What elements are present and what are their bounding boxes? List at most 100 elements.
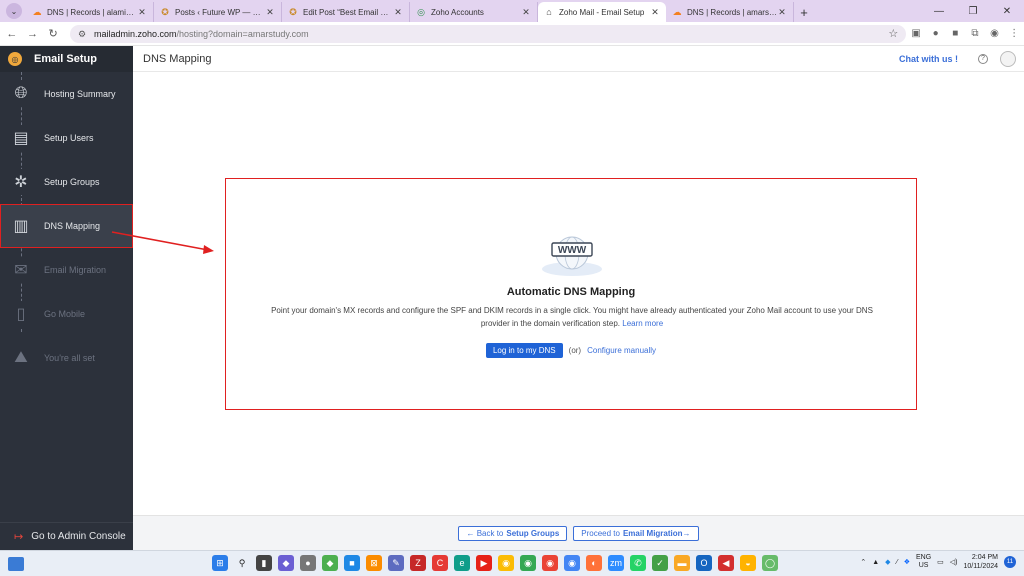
app-icon[interactable]: ■ — [344, 555, 360, 571]
app-icon[interactable]: ● — [300, 555, 316, 571]
browser-tab[interactable]: ✪ Edit Post “Best Email Client For ✕ — [282, 2, 410, 22]
clock[interactable]: 2:04 PM 10/11/2024 — [963, 553, 998, 571]
url-path: /hosting?domain=amarstudy.com — [176, 28, 309, 39]
configure-manually-link[interactable]: Configure manually — [587, 346, 656, 355]
close-tab-icon[interactable]: ✕ — [650, 7, 660, 18]
widgets-icon[interactable] — [8, 556, 24, 571]
browser-tab[interactable]: ☁ DNS | Records | amarstudy.com ✕ — [666, 2, 794, 22]
main-content: WWW Automatic DNS Mapping Point your dom… — [133, 72, 1024, 515]
sidebar-item-setup-groups[interactable]: ✲ Setup Groups — [0, 160, 133, 204]
bookmark-star-icon[interactable]: ☆ — [888, 27, 898, 40]
new-tab-button[interactable]: + — [794, 2, 814, 22]
tab-search-icon[interactable]: ⌄ — [6, 3, 22, 19]
chat-app-icon[interactable]: ◆ — [278, 555, 294, 571]
app-icon[interactable]: ⊠ — [366, 555, 382, 571]
file-explorer-icon[interactable]: ▬ — [674, 555, 690, 571]
browser-tab-active[interactable]: ⌂ Zoho Mail - Email Setup ✕ — [538, 2, 666, 22]
back-icon[interactable]: ← — [3, 28, 21, 40]
sidebar-title: Email Setup — [34, 53, 97, 65]
sidebar-item-setup-users[interactable]: ▤ Setup Users — [0, 116, 133, 160]
avatar[interactable] — [1000, 50, 1016, 67]
log-in-to-my-dns-button[interactable]: Log in to my DNS — [485, 343, 563, 358]
page-title: DNS Mapping — [143, 52, 212, 65]
close-tab-icon[interactable]: ✕ — [521, 7, 531, 18]
chat-with-us-link[interactable]: Chat with us ! — [899, 54, 958, 64]
close-tab-icon[interactable]: ✕ — [393, 7, 403, 18]
outlook-icon[interactable]: O — [696, 555, 712, 571]
notification-badge[interactable]: 11 — [1004, 556, 1016, 568]
app-icon[interactable]: ◯ — [762, 555, 778, 571]
app-icon[interactable]: ✎ — [388, 555, 404, 571]
browser-tab[interactable]: ✪ Posts ‹ Future WP — WordPress ✕ — [154, 2, 282, 22]
url-input[interactable]: ⚙ mailadmin.zoho.com/hosting?domain=amar… — [69, 24, 907, 43]
go-to-admin-console-button[interactable]: ↦ Go to Admin Console — [0, 522, 133, 550]
page-header: DNS Mapping Chat with us ! ? — [133, 46, 1024, 72]
tray-app-icon[interactable]: ⁄ — [897, 559, 898, 566]
extension-icon[interactable]: ▣ — [906, 28, 926, 39]
site-info-icon[interactable]: ⚙ — [78, 29, 88, 39]
close-tab-icon[interactable]: ✕ — [777, 7, 787, 18]
sidebar-item-dns-mapping[interactable]: ▥ DNS Mapping — [0, 204, 133, 248]
tray-app-icon[interactable]: ▲ — [872, 559, 879, 566]
zoho-mail-icon: ⌂ — [546, 7, 552, 17]
dns-mapping-card: WWW Automatic DNS Mapping Point your dom… — [225, 178, 917, 410]
edge-icon[interactable]: e — [454, 555, 470, 571]
proceed-to-email-migration-button[interactable]: Proceed to Email Migration→ — [573, 525, 699, 541]
learn-more-link[interactable]: Learn more — [622, 319, 663, 328]
youtube-icon[interactable]: ▶ — [476, 555, 492, 571]
close-window-icon[interactable]: ✕ — [990, 0, 1024, 22]
card-description: Point your domain's MX records and confi… — [271, 306, 873, 328]
reload-icon[interactable]: ↻ — [44, 27, 62, 40]
task-view-icon[interactable]: ▮ — [256, 555, 272, 571]
email-setup-logo-icon: ◎ — [8, 52, 22, 66]
globe-server-icon: 🌐︎ — [8, 81, 34, 107]
card-actions: Log in to my DNS (or) Configure manually — [226, 343, 916, 358]
extension-icon[interactable]: ● — [926, 28, 946, 39]
close-tab-icon[interactable]: ✕ — [137, 7, 147, 18]
menu-dots-icon[interactable]: ⋮ — [1004, 28, 1024, 39]
window-controls: — ❐ ✕ — [922, 0, 1024, 22]
chrome-icon[interactable]: ◉ — [498, 555, 514, 571]
www-globe-icon: WWW — [542, 236, 602, 276]
browser-tab-strip: ⌄ ☁ DNS | Records | alaminislam.m... ✕ ✪… — [0, 0, 1024, 22]
firefox-icon[interactable]: ◐ — [586, 555, 602, 571]
forward-icon[interactable]: → — [24, 28, 42, 40]
app-icon[interactable]: ◒ — [740, 555, 756, 571]
chrome-icon[interactable]: ◉ — [542, 555, 558, 571]
dropbox-icon[interactable]: ❖ — [904, 558, 910, 566]
setup-sidebar: ◎ Email Setup 🌐︎ Hosting Summary ▤ Setup… — [0, 46, 133, 550]
app-icon[interactable]: ◀ — [718, 555, 734, 571]
browser-tab[interactable]: ☁ DNS | Records | alaminislam.m... ✕ — [26, 2, 154, 22]
sidebar-item-go-mobile: ▯ Go Mobile — [0, 292, 133, 336]
zoom-icon[interactable]: zm — [608, 555, 624, 571]
app-icon[interactable]: ◆ — [322, 555, 338, 571]
back-to-setup-groups-button[interactable]: ← Back to Setup Groups — [458, 525, 568, 541]
close-tab-icon[interactable]: ✕ — [265, 7, 275, 18]
whatsapp-icon[interactable]: ✆ — [630, 555, 646, 571]
start-icon[interactable]: ⊞ — [212, 555, 228, 571]
search-icon[interactable]: ⚲ — [234, 555, 250, 571]
app-icon[interactable]: C — [432, 555, 448, 571]
tray-app-icon[interactable]: ◆ — [885, 558, 890, 566]
puzzle-icon[interactable]: ⧉ — [965, 28, 985, 39]
restore-icon[interactable]: ❐ — [956, 0, 990, 22]
filezilla-icon[interactable]: Z — [410, 555, 426, 571]
card-title: Automatic DNS Mapping — [506, 286, 636, 298]
app-icon[interactable]: ✓ — [652, 555, 668, 571]
help-icon[interactable]: ? — [978, 53, 988, 64]
language-indicator[interactable]: ENG US — [916, 554, 931, 570]
minimize-icon[interactable]: — — [922, 0, 956, 22]
chrome-icon[interactable]: ◉ — [520, 555, 536, 571]
envelope-icon: ✉ — [8, 257, 34, 283]
browser-tab[interactable]: ◎ Zoho Accounts ✕ — [410, 2, 538, 22]
url-host: mailadmin.zoho.com — [93, 28, 177, 39]
volume-icon[interactable]: ◁) — [950, 558, 958, 566]
display-icon[interactable]: ▭ — [937, 558, 944, 566]
chevron-up-icon[interactable]: ⌃ — [860, 558, 866, 566]
cloudflare-icon: ☁ — [672, 7, 682, 17]
chrome-icon[interactable]: ◉ — [564, 555, 580, 571]
extension-icon[interactable]: ■ — [945, 28, 965, 39]
mobile-icon: ▯ — [8, 301, 34, 327]
sidebar-item-hosting-summary[interactable]: 🌐︎ Hosting Summary — [0, 72, 133, 116]
profile-icon[interactable]: ◉ — [985, 28, 1005, 39]
